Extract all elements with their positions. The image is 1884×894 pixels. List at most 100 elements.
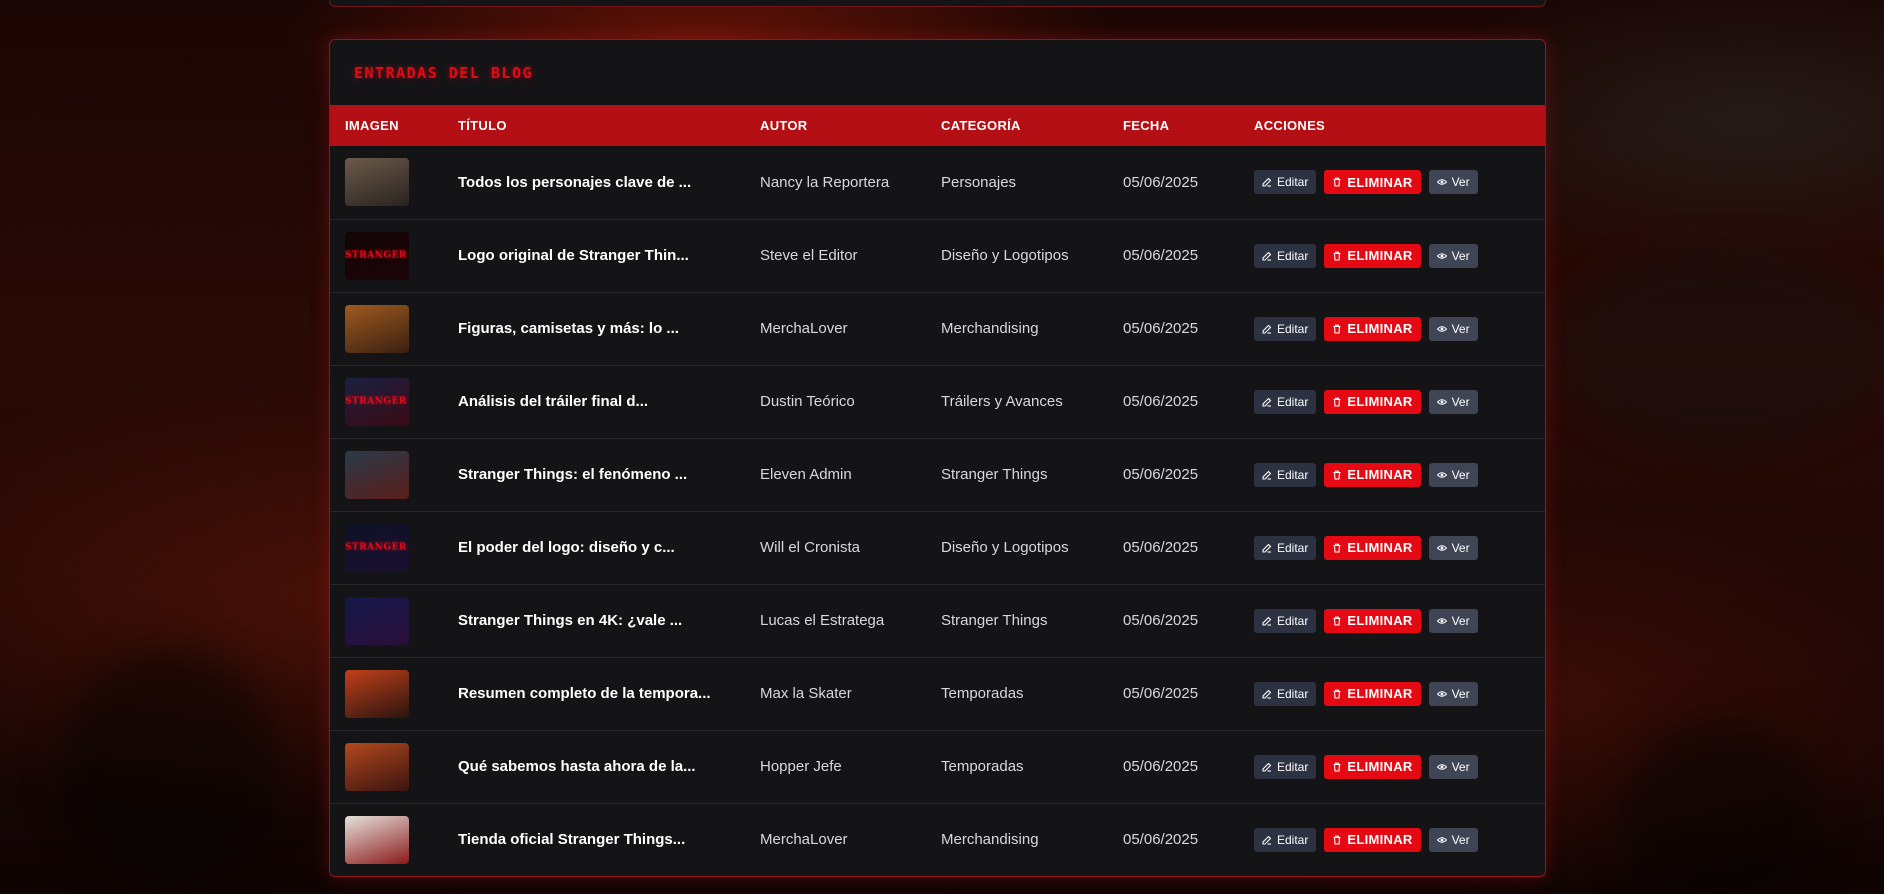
table-row: STRANGER THINGS Logo original de Strange… [330, 219, 1545, 292]
edit-icon [1262, 397, 1272, 407]
actions-cell: Editar ELIMINAR Ver [1239, 219, 1545, 292]
post-thumbnail: STRANGER THINGS [345, 377, 409, 426]
post-date: 05/06/2025 [1123, 685, 1199, 702]
post-thumbnail [345, 742, 409, 791]
edit-button[interactable]: Editar [1254, 462, 1317, 487]
eye-icon [1436, 471, 1447, 478]
table-header-row: IMAGEN TÍTULO AUTOR CATEGORÍA FECHA ACCI… [330, 105, 1545, 146]
delete-label: ELIMINAR [1347, 759, 1413, 774]
delete-label: ELIMINAR [1347, 467, 1413, 482]
thumbnail-logo-text: STRANGER THINGS [345, 250, 409, 260]
delete-button[interactable]: ELIMINAR [1324, 389, 1421, 414]
column-header-title: TÍTULO [458, 118, 507, 133]
edit-icon [1262, 835, 1272, 845]
post-thumbnail [345, 596, 409, 645]
column-header-actions: ACCIONES [1254, 118, 1326, 133]
view-button[interactable]: Ver [1428, 243, 1478, 268]
post-date: 05/06/2025 [1123, 612, 1199, 629]
image-cell: STRANGER THINGS [330, 511, 443, 584]
post-author: MerchaLover [760, 831, 848, 849]
post-category: Stranger Things [941, 466, 1048, 483]
view-button[interactable]: Ver [1428, 462, 1478, 487]
edit-icon [1262, 616, 1272, 626]
delete-button[interactable]: ELIMINAR [1324, 827, 1421, 852]
table-row: STRANGER THINGS Análisis del tráiler fin… [330, 365, 1545, 438]
eye-icon [1436, 837, 1447, 843]
post-category: Temporadas [941, 685, 1024, 702]
post-title: Análisis del tráiler final d... [458, 393, 649, 410]
row-actions: Editar ELIMINAR Ver [1254, 535, 1545, 560]
table-row: Qué sabemos hasta ahora de la... Hopper … [330, 730, 1545, 803]
view-label: Ver [1451, 759, 1470, 774]
post-category: Personajes [941, 173, 1017, 191]
edit-button[interactable]: Editar [1254, 608, 1317, 633]
view-label: Ver [1451, 540, 1470, 555]
post-author: Hopper Jefe [760, 758, 842, 775]
view-button[interactable]: Ver [1428, 389, 1478, 414]
delete-button[interactable]: ELIMINAR [1324, 535, 1421, 560]
trash-icon [1333, 324, 1341, 334]
delete-button[interactable]: ELIMINAR [1324, 608, 1421, 633]
post-date: 05/06/2025 [1123, 247, 1199, 264]
view-button[interactable]: Ver [1428, 535, 1478, 560]
blog-entries-table: IMAGEN TÍTULO AUTOR CATEGORÍA FECHA ACCI… [330, 105, 1545, 876]
delete-label: ELIMINAR [1347, 540, 1413, 555]
edit-button[interactable]: Editar [1254, 754, 1317, 779]
post-date: 05/06/2025 [1123, 173, 1199, 191]
edit-label: Editar [1277, 175, 1309, 190]
row-actions: Editar ELIMINAR Ver [1254, 170, 1545, 195]
edit-button[interactable]: Editar [1254, 170, 1317, 195]
edit-label: Editar [1277, 394, 1309, 409]
edit-button[interactable]: Editar [1254, 827, 1317, 852]
post-thumbnail [345, 669, 409, 718]
post-author: MerchaLover [760, 320, 848, 337]
view-button[interactable]: Ver [1428, 170, 1478, 195]
thumbnail-logo-text: STRANGER THINGS [345, 396, 409, 406]
trash-icon [1333, 543, 1341, 553]
actions-cell: Editar ELIMINAR Ver [1239, 146, 1545, 219]
post-title: Figuras, camisetas y más: lo ... [458, 320, 679, 337]
edit-button[interactable]: Editar [1254, 243, 1317, 268]
delete-button[interactable]: ELIMINAR [1324, 754, 1421, 779]
table-row: Tienda oficial Stranger Things... Mercha… [330, 803, 1545, 876]
edit-icon [1262, 762, 1272, 772]
table-body: Todos los personajes clave de ... Nancy … [330, 146, 1545, 876]
eye-icon [1436, 690, 1447, 697]
edit-label: Editar [1277, 832, 1309, 847]
actions-cell: Editar ELIMINAR Ver [1239, 292, 1545, 365]
delete-label: ELIMINAR [1347, 394, 1413, 409]
delete-button[interactable]: ELIMINAR [1324, 462, 1421, 487]
delete-button[interactable]: ELIMINAR [1324, 170, 1421, 195]
view-button[interactable]: Ver [1428, 827, 1478, 852]
post-category: Diseño y Logotipos [941, 539, 1069, 556]
view-button[interactable]: Ver [1428, 754, 1478, 779]
delete-button[interactable]: ELIMINAR [1324, 243, 1421, 268]
column-header-author: AUTOR [760, 118, 808, 133]
view-label: Ver [1451, 832, 1470, 847]
edit-button[interactable]: Editar [1254, 316, 1317, 341]
image-cell [330, 584, 443, 657]
delete-button[interactable]: ELIMINAR [1324, 316, 1421, 341]
edit-label: Editar [1277, 686, 1309, 701]
edit-icon [1262, 470, 1272, 480]
actions-cell: Editar ELIMINAR Ver [1239, 584, 1545, 657]
table-row: Todos los personajes clave de ... Nancy … [330, 146, 1545, 219]
delete-button[interactable]: ELIMINAR [1324, 681, 1421, 706]
actions-cell: Editar ELIMINAR Ver [1239, 438, 1545, 511]
view-button[interactable]: Ver [1428, 681, 1478, 706]
background-shadow [1620, 720, 1820, 894]
actions-cell: Editar ELIMINAR Ver [1239, 803, 1545, 876]
trash-icon [1333, 397, 1341, 407]
table-row: Stranger Things: el fenómeno ... Eleven … [330, 438, 1545, 511]
post-title: Tienda oficial Stranger Things... [458, 831, 686, 849]
edit-label: Editar [1277, 467, 1309, 482]
post-title: Qué sabemos hasta ahora de la... [458, 758, 696, 775]
view-button[interactable]: Ver [1428, 608, 1478, 633]
edit-button[interactable]: Editar [1254, 681, 1317, 706]
edit-label: Editar [1277, 759, 1309, 774]
edit-button[interactable]: Editar [1254, 389, 1317, 414]
view-button[interactable]: Ver [1428, 316, 1478, 341]
post-category: Tráilers y Avances [941, 393, 1063, 410]
eye-icon [1436, 544, 1447, 551]
edit-button[interactable]: Editar [1254, 535, 1317, 560]
